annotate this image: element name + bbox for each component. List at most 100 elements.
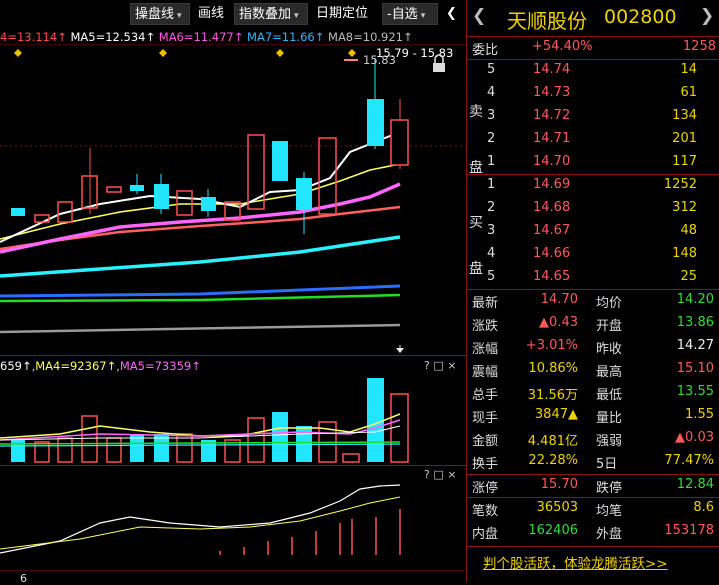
bid-price: 14.69 bbox=[533, 177, 571, 192]
chart-area[interactable]: 操盘线 ▾ 画线 指数叠加 ▾ 日期定位 -自选 ▾ ❮ 4=13.114↑ MA5=… bbox=[0, 0, 466, 585]
stat-row: 涨幅 +3.01% 昨收 14.27 bbox=[472, 338, 716, 358]
volume-bar bbox=[272, 412, 288, 462]
restore-icon[interactable]: □ bbox=[433, 468, 443, 481]
volume-chart[interactable] bbox=[0, 374, 466, 466]
stat-row: 最新 14.70 均价 14.20 bbox=[472, 292, 716, 312]
ask-level-index: 1 bbox=[487, 154, 496, 169]
stat-value: 14.70 bbox=[540, 292, 578, 307]
trading-line-dropdown[interactable]: 操盘线 ▾ bbox=[130, 3, 190, 25]
candle bbox=[130, 185, 144, 191]
date-locate-button[interactable]: 日期定位 bbox=[312, 3, 378, 25]
stat-value: 10.86% bbox=[528, 361, 578, 376]
promo-link[interactable]: 判个股活跃，体验龙腾活跃>> bbox=[483, 552, 668, 572]
ask-volume: 61 bbox=[680, 85, 697, 100]
stat-label: 现手 bbox=[472, 411, 499, 426]
volume-ma4: MA4=92367↑ bbox=[35, 359, 117, 373]
stat-value: 31.56万 bbox=[527, 388, 578, 403]
restore-icon[interactable]: □ bbox=[433, 359, 443, 372]
chart-toolbar: 操盘线 ▾ 画线 指数叠加 ▾ 日期定位 -自选 ▾ ❮ bbox=[0, 0, 466, 28]
volume-bar bbox=[367, 378, 384, 462]
bid-volume: 25 bbox=[680, 269, 697, 284]
close-icon[interactable]: × bbox=[447, 468, 456, 481]
stat-row: 金额 4.481亿 强弱 ▲0.03 bbox=[472, 430, 716, 450]
candle bbox=[106, 186, 122, 193]
draw-line-button[interactable]: 画线 bbox=[194, 3, 230, 25]
bid-level-index: 2 bbox=[487, 200, 496, 215]
stat-label: 强弱 bbox=[596, 434, 623, 449]
candle bbox=[390, 119, 409, 166]
indicator-chart[interactable] bbox=[0, 483, 466, 571]
prev-stock-icon[interactable]: ❮ bbox=[472, 6, 486, 26]
ma6-value: MA6=11.477↑ bbox=[158, 30, 244, 44]
help-icon[interactable]: ? bbox=[424, 359, 430, 372]
limit-up-label: 涨停 bbox=[472, 481, 499, 496]
stat-row: 换手 22.28% 5日 77.47% bbox=[472, 453, 716, 473]
stat-label: 最高 bbox=[596, 365, 623, 380]
stat-value: 36503 bbox=[536, 500, 578, 515]
ask-price: 14.70 bbox=[533, 154, 571, 169]
candle bbox=[318, 137, 337, 215]
stat-label: 外盘 bbox=[596, 527, 623, 542]
volume-pane-divider bbox=[0, 355, 466, 356]
stat-label: 开盘 bbox=[596, 319, 623, 334]
ask-price: 14.72 bbox=[533, 108, 571, 123]
stat-label: 量比 bbox=[596, 411, 623, 426]
stat-label: 总手 bbox=[472, 388, 499, 403]
index-overlay-dropdown[interactable]: 指数叠加 ▾ bbox=[234, 3, 308, 25]
next-stock-icon[interactable]: ❯ bbox=[700, 6, 714, 26]
bid-price: 14.65 bbox=[533, 269, 571, 284]
limit-row: 涨停 15.70 跌停 12.84 bbox=[472, 477, 716, 496]
limit-up-value: 15.70 bbox=[540, 477, 578, 492]
watchlist-label: -自选 bbox=[387, 7, 418, 22]
collapse-panel-button[interactable]: ❮ bbox=[442, 3, 464, 25]
stat-row: 涨跌 ▲0.43 开盘 13.86 bbox=[472, 315, 716, 335]
stat-label: 笔数 bbox=[472, 504, 499, 519]
ma-legend: 4=13.114↑ MA5=12.534↑ MA6=11.477↑ MA7=11… bbox=[0, 30, 413, 44]
stat-value: +3.01% bbox=[525, 338, 578, 353]
stat-value: 8.6 bbox=[693, 500, 714, 515]
volume-ma5: MA5=73359↑ bbox=[119, 359, 201, 373]
chevron-down-icon: ▾ bbox=[420, 11, 426, 21]
quote-panel: ❮ 天顺股份 002800 ❯ 委比 +54.40% 1258 卖盘 5 14.… bbox=[466, 0, 719, 582]
date-axis-label: 6 bbox=[20, 572, 27, 585]
stat-value: 14.27 bbox=[676, 338, 714, 353]
stat-value: ▲0.43 bbox=[539, 315, 578, 330]
ask-volume: 14 bbox=[680, 62, 697, 77]
ask-level-index: 3 bbox=[487, 108, 496, 123]
ask-volume: 117 bbox=[672, 154, 697, 169]
stat-row: 震幅 10.86% 最高 15.10 bbox=[472, 361, 716, 381]
stat-label: 涨幅 bbox=[472, 342, 499, 357]
ma-magenta-line bbox=[0, 182, 401, 254]
close-icon[interactable]: × bbox=[447, 359, 456, 372]
event-marker-icon bbox=[159, 49, 167, 57]
volume-bar bbox=[247, 417, 265, 463]
event-marker-icon bbox=[14, 49, 22, 57]
stat-row: 现手 3847▲ 量比 1.55 bbox=[472, 407, 716, 427]
event-marker-icon bbox=[276, 49, 284, 57]
ask-volume: 201 bbox=[672, 131, 697, 146]
trading-line-label: 操盘线 bbox=[135, 7, 175, 22]
bid-volume: 148 bbox=[672, 246, 697, 261]
ask-volume: 134 bbox=[672, 108, 697, 123]
stat-row: 总手 31.56万 最低 13.55 bbox=[472, 384, 716, 404]
stat-value: 13.55 bbox=[676, 384, 714, 399]
chevron-down-icon: ▾ bbox=[177, 11, 182, 21]
bid-price: 14.67 bbox=[533, 223, 571, 238]
ask-level-index: 4 bbox=[487, 85, 496, 100]
stat-value: 153178 bbox=[664, 523, 714, 538]
date-locate-label: 日期定位 bbox=[316, 6, 369, 21]
bid-price: 14.66 bbox=[533, 246, 571, 261]
volume-ma4-line bbox=[0, 413, 401, 439]
bid-level-index: 3 bbox=[487, 223, 496, 238]
ma8-line bbox=[0, 323, 401, 334]
chevron-down-icon: ▾ bbox=[294, 11, 299, 21]
help-icon[interactable]: ? bbox=[424, 468, 430, 481]
quote-stats: 最新 14.70 均价 14.20 涨跌 ▲0.43 开盘 13.86 涨幅 +3.01% 昨收 14… bbox=[472, 292, 716, 472]
ma7-line bbox=[0, 284, 401, 298]
bid-price: 14.68 bbox=[533, 200, 571, 215]
candlestick-chart[interactable]: 15.83 15.79 - 15.83 bbox=[0, 44, 466, 356]
watchlist-dropdown[interactable]: -自选 ▾ bbox=[382, 3, 438, 25]
bid-level-index: 1 bbox=[487, 177, 496, 192]
ma5-value: MA5=12.534↑ bbox=[70, 30, 156, 44]
stat-value: 3847▲ bbox=[534, 407, 578, 422]
